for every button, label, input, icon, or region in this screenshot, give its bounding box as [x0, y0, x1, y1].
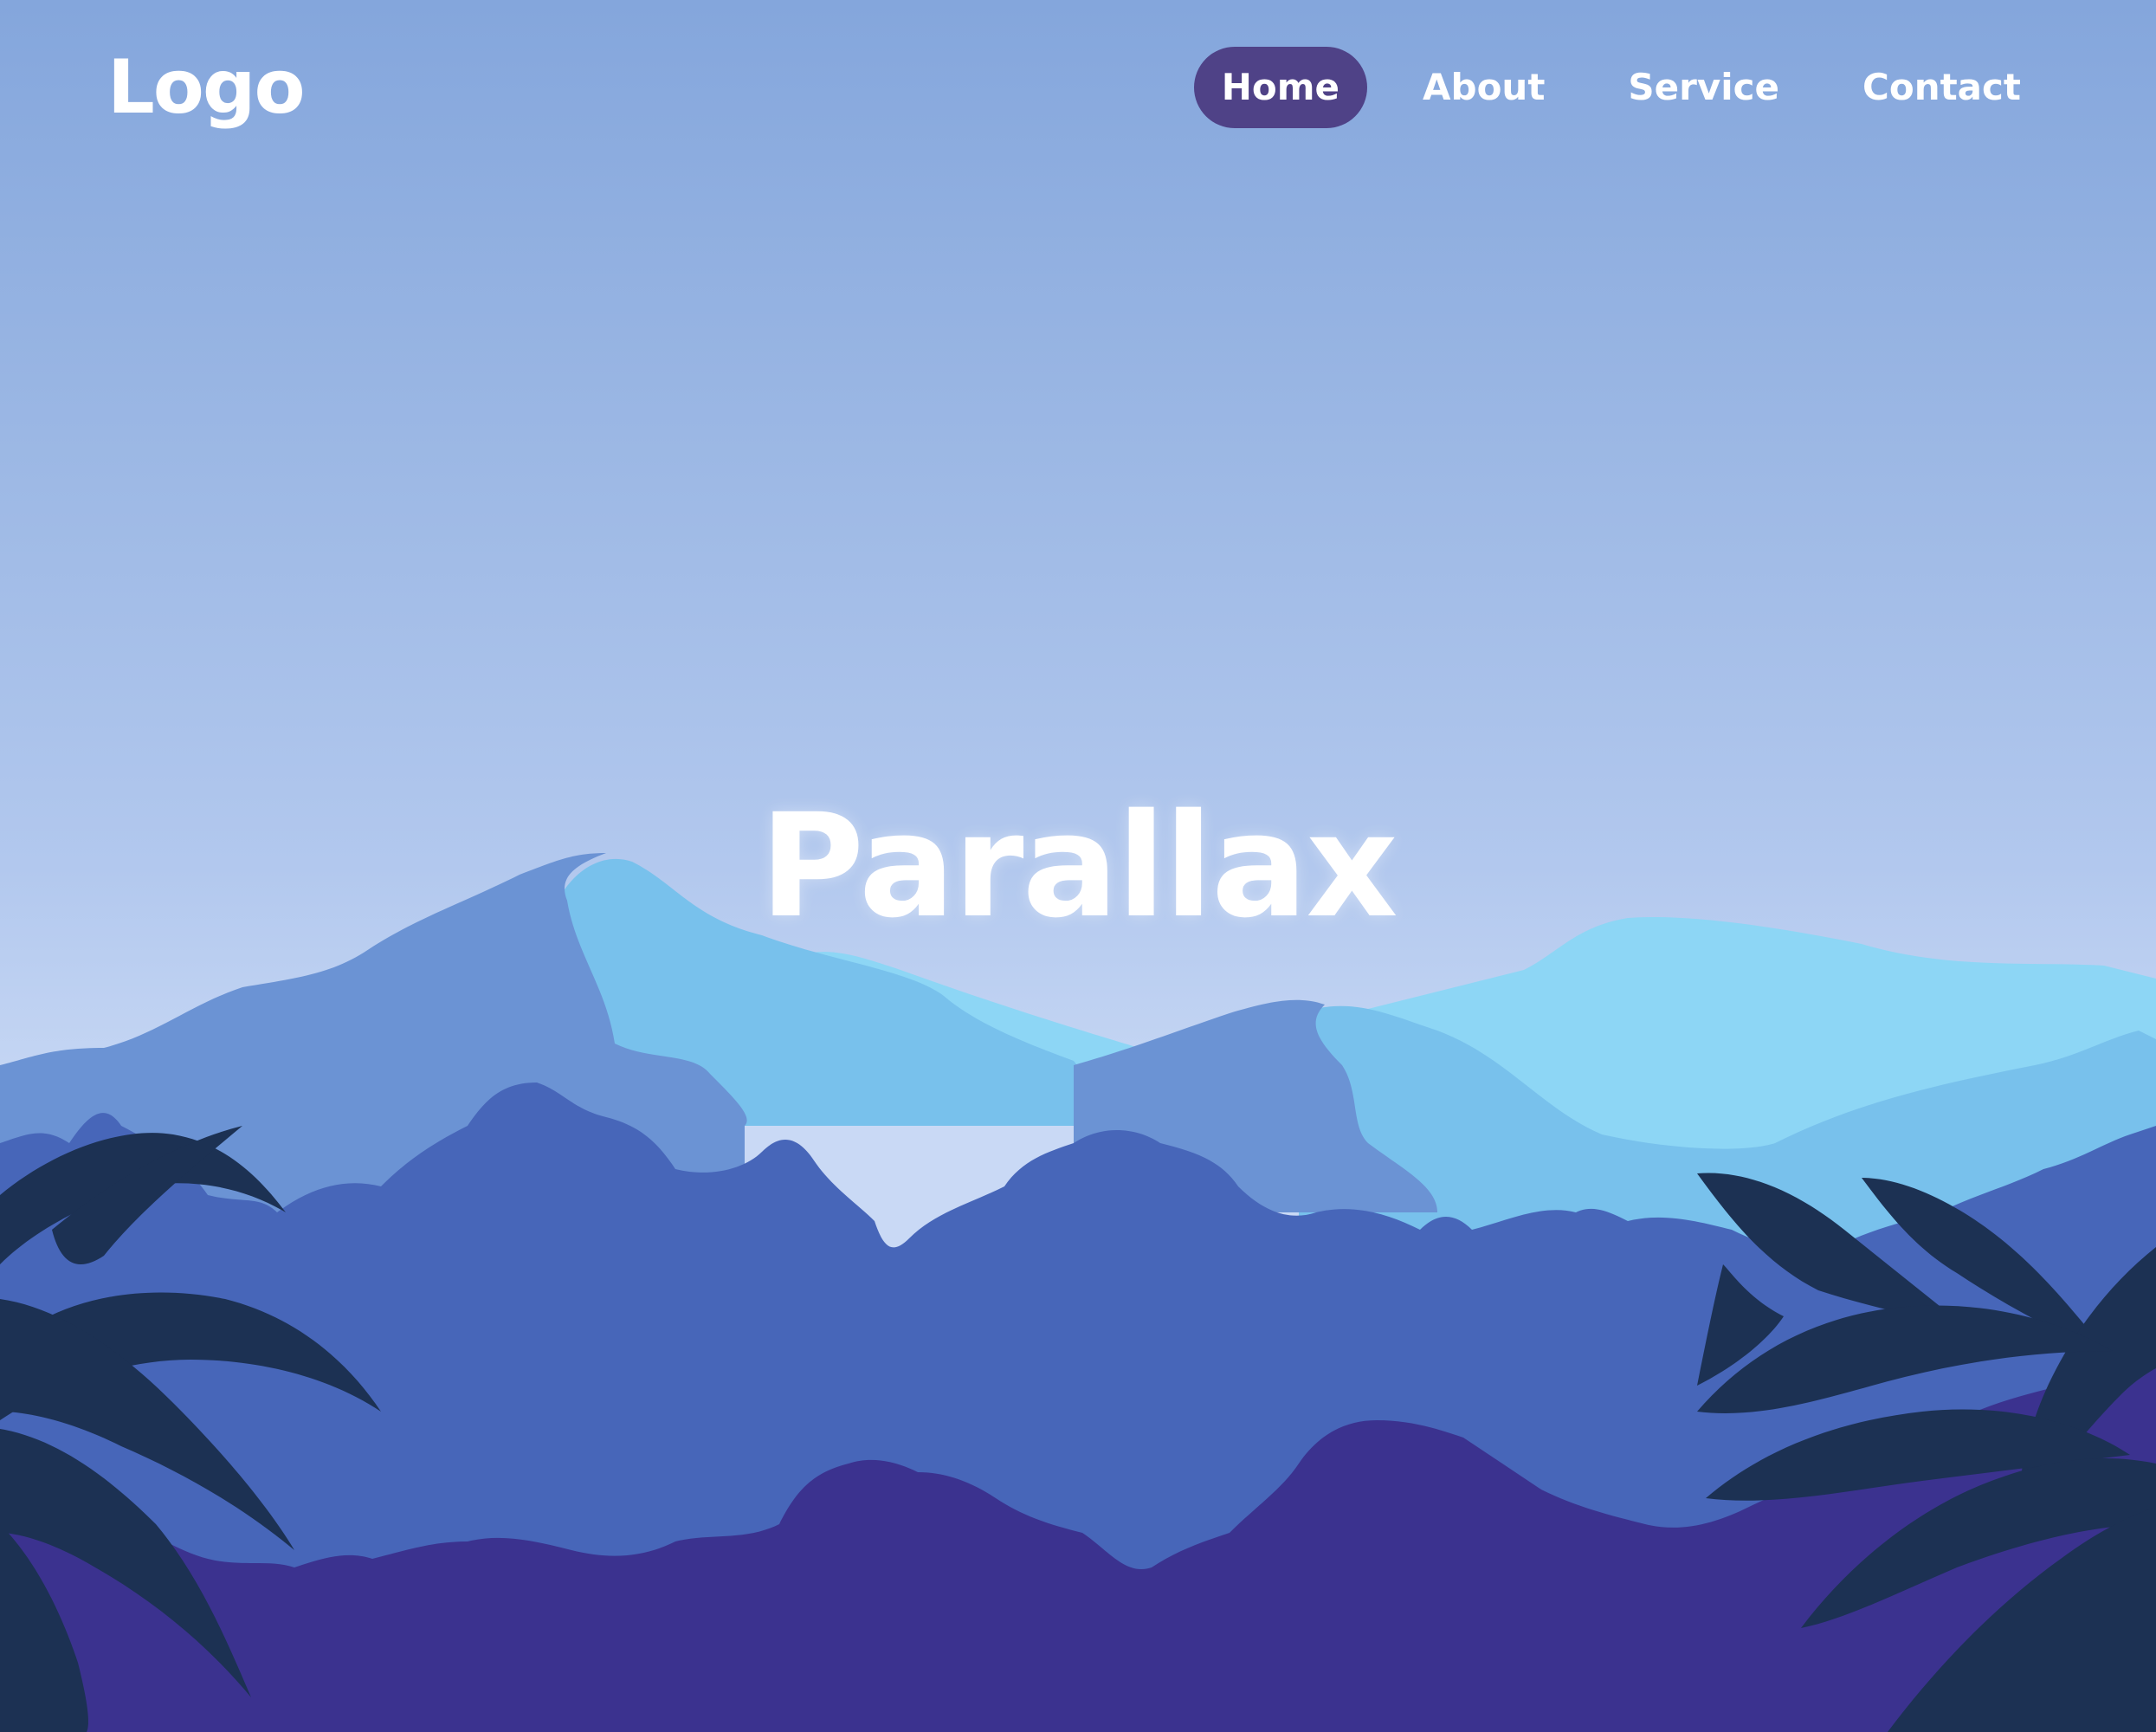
main-nav: Home About Service Contact	[1193, 47, 2049, 128]
nav-item-service[interactable]: Service	[1600, 47, 1807, 128]
nav-item-contact[interactable]: Contact	[1835, 47, 2049, 128]
nav-item-about[interactable]: About	[1395, 47, 1572, 128]
nav-item-home[interactable]: Home	[1193, 47, 1367, 128]
logo[interactable]: Logo	[107, 40, 306, 135]
site-header: Logo Home About Service Contact	[0, 0, 2156, 173]
hero-title: Parallax	[759, 783, 1398, 949]
